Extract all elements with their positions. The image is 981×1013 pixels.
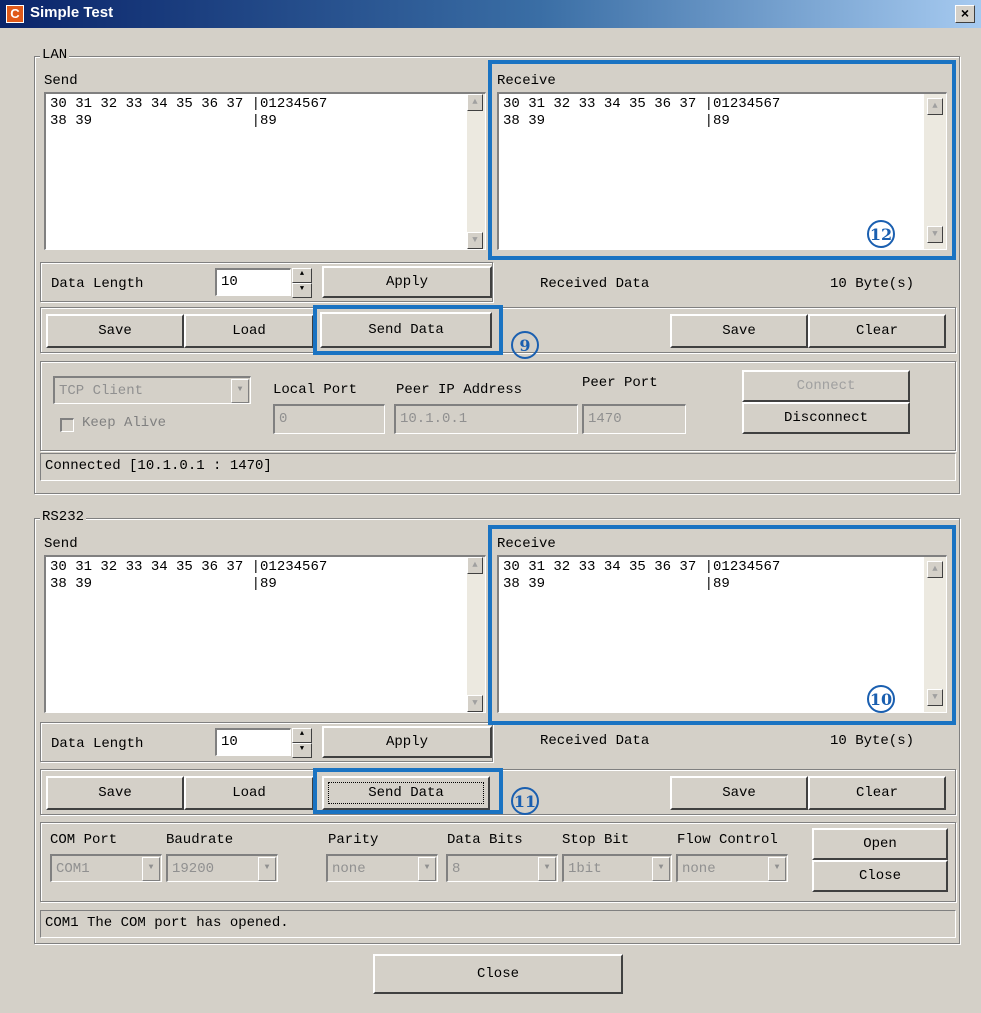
lan-legend: LAN <box>40 47 70 63</box>
baudrate-value: 19200 <box>172 861 215 877</box>
lan-send-scrollbar[interactable]: ▲ ▼ <box>467 94 485 249</box>
lan-received-bytes: 10 Byte(s) <box>830 276 915 292</box>
disconnect-button[interactable]: Disconnect <box>742 402 910 434</box>
rs232-legend: RS232 <box>40 509 87 525</box>
rs232-data-length-spinner[interactable]: ▲ ▼ <box>292 728 312 758</box>
baudrate-combo[interactable]: 19200 ▼ <box>166 854 278 882</box>
com-port-label: COM Port <box>50 832 118 848</box>
scroll-down-icon[interactable]: ▼ <box>467 232 483 249</box>
lan-send-textbox[interactable]: 30 31 32 33 34 35 36 37 |01234567 38 39 … <box>44 92 486 250</box>
flow-control-combo[interactable]: none ▼ <box>676 854 788 882</box>
flow-control-value: none <box>682 861 716 877</box>
rs232-received-bytes: 10 Byte(s) <box>830 733 915 749</box>
lan-clear-button[interactable]: Clear <box>808 314 946 348</box>
scroll-up-icon[interactable]: ▲ <box>467 557 483 574</box>
annotation-11: 11 <box>511 787 539 815</box>
stop-bit-value: 1bit <box>568 861 602 877</box>
keep-alive-label: Keep Alive <box>82 415 167 431</box>
local-port-label: Local Port <box>273 382 358 398</box>
lan-data-length-input[interactable]: 10 <box>215 268 291 296</box>
rs232-save-button[interactable]: Save <box>46 776 184 810</box>
rs232-send-data-highlight <box>313 768 503 814</box>
parity-value: none <box>332 861 366 877</box>
annotation-9: 9 <box>511 331 539 359</box>
window-title: Simple Test <box>30 4 114 21</box>
connect-button[interactable]: Connect <box>742 370 910 402</box>
rs232-clear-button[interactable]: Clear <box>808 776 946 810</box>
flow-control-label: Flow Control <box>677 832 778 848</box>
lan-load-button[interactable]: Load <box>184 314 314 348</box>
data-bits-value: 8 <box>452 861 461 877</box>
rs232-send-textbox[interactable]: 30 31 32 33 34 35 36 37 |01234567 38 39 … <box>44 555 486 713</box>
chevron-down-icon[interactable]: ▼ <box>142 857 160 881</box>
close-port-button[interactable]: Close <box>812 860 948 892</box>
peer-ip-label: Peer IP Address <box>396 382 523 398</box>
lan-data-length-spinner[interactable]: ▲ ▼ <box>292 268 312 298</box>
chevron-down-icon[interactable]: ▼ <box>231 379 249 403</box>
scroll-up-icon[interactable]: ▲ <box>467 94 483 111</box>
scroll-down-icon[interactable]: ▼ <box>467 695 483 712</box>
lan-mode-value: TCP Client <box>59 383 144 399</box>
com-port-combo[interactable]: COM1 ▼ <box>50 854 162 882</box>
rs232-send-text: 30 31 32 33 34 35 36 37 |01234567 38 39 … <box>50 559 328 592</box>
chevron-down-icon[interactable]: ▼ <box>418 857 436 881</box>
lan-apply-button[interactable]: Apply <box>322 266 492 298</box>
rs232-data-length-input[interactable]: 10 <box>215 728 291 756</box>
peer-port-label: Peer Port <box>582 375 658 391</box>
rs232-send-label: Send <box>44 536 78 552</box>
com-port-value: COM1 <box>56 861 90 877</box>
chevron-down-icon[interactable]: ▼ <box>768 857 786 881</box>
rs232-load-button[interactable]: Load <box>184 776 314 810</box>
dialog-close-button[interactable]: Close <box>373 954 623 994</box>
annotation-12: 12 <box>867 220 895 248</box>
stop-bit-label: Stop Bit <box>562 832 630 848</box>
chevron-down-icon[interactable]: ▼ <box>538 857 556 881</box>
window-close-button[interactable]: × <box>955 5 975 23</box>
rs232-apply-button[interactable]: Apply <box>322 726 492 758</box>
local-port-input[interactable]: 0 <box>273 404 385 434</box>
lan-receive-save-button[interactable]: Save <box>670 314 808 348</box>
peer-port-input[interactable]: 1470 <box>582 404 686 434</box>
rs232-received-data-label: Received Data <box>540 733 650 749</box>
chevron-down-icon[interactable]: ▼ <box>652 857 670 881</box>
peer-ip-input[interactable]: 10.1.0.1 <box>394 404 578 434</box>
baudrate-label: Baudrate <box>166 832 234 848</box>
chevron-down-icon[interactable]: ▼ <box>258 857 276 881</box>
lan-send-label: Send <box>44 73 78 89</box>
lan-save-button[interactable]: Save <box>46 314 184 348</box>
annotation-10: 10 <box>867 685 895 713</box>
spin-down-icon[interactable]: ▼ <box>292 283 312 298</box>
spin-up-icon[interactable]: ▲ <box>292 268 312 283</box>
keep-alive-checkbox[interactable] <box>60 418 74 432</box>
spin-down-icon[interactable]: ▼ <box>292 743 312 758</box>
lan-received-data-label: Received Data <box>540 276 650 292</box>
data-bits-label: Data Bits <box>447 832 523 848</box>
rs232-status-bar: COM1 The COM port has opened. <box>40 910 956 938</box>
lan-send-text: 30 31 32 33 34 35 36 37 |01234567 38 39 … <box>50 96 328 129</box>
app-icon: C <box>6 5 24 23</box>
lan-data-length-label: Data Length <box>51 276 144 292</box>
rs232-send-scrollbar[interactable]: ▲ ▼ <box>467 557 485 712</box>
spin-up-icon[interactable]: ▲ <box>292 728 312 743</box>
rs232-receive-save-button[interactable]: Save <box>670 776 808 810</box>
parity-label: Parity <box>328 832 379 848</box>
parity-combo[interactable]: none ▼ <box>326 854 438 882</box>
lan-send-data-highlight <box>313 305 503 355</box>
open-port-button[interactable]: Open <box>812 828 948 860</box>
lan-status-bar: Connected [10.1.0.1 : 1470] <box>40 453 956 481</box>
title-bar[interactable] <box>0 0 981 28</box>
stop-bit-combo[interactable]: 1bit ▼ <box>562 854 672 882</box>
data-bits-combo[interactable]: 8 ▼ <box>446 854 558 882</box>
lan-mode-combo[interactable]: TCP Client ▼ <box>53 376 251 404</box>
rs232-data-length-label: Data Length <box>51 736 144 752</box>
